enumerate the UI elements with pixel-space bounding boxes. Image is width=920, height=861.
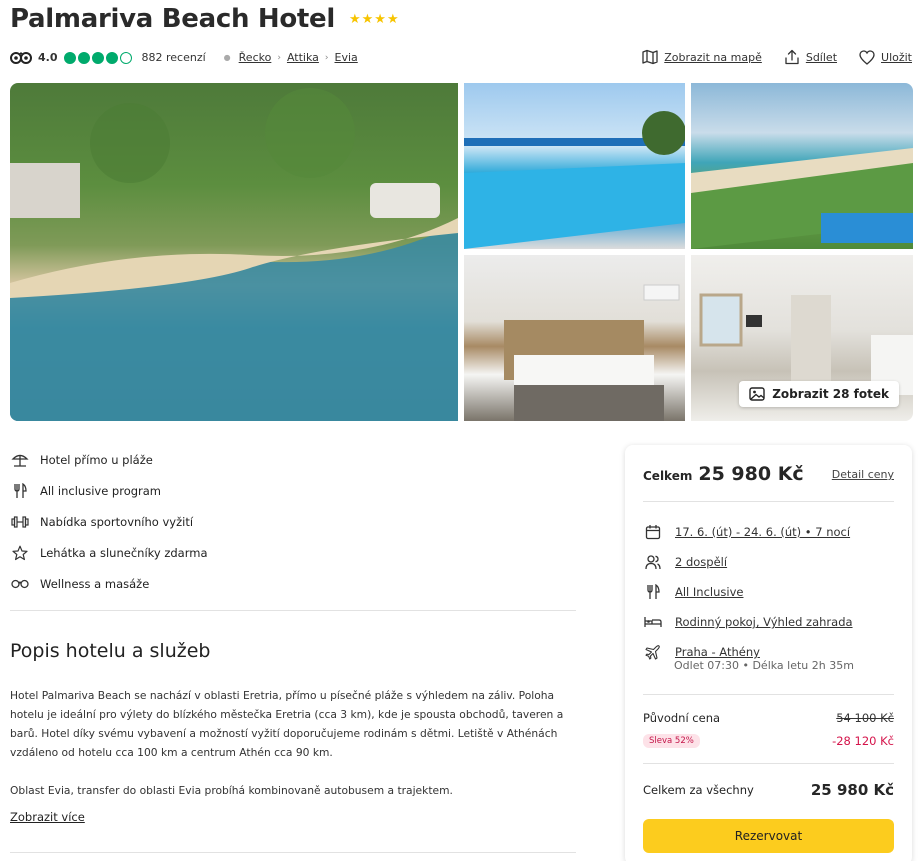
total-label: Celkem: [643, 469, 693, 483]
rating-value: 4.0: [38, 51, 58, 64]
people-icon: [643, 554, 663, 570]
dumbbell-icon: [10, 514, 30, 530]
price-detail-link[interactable]: Detail ceny: [832, 468, 894, 481]
description-title: Popis hotelu a služeb: [10, 640, 211, 662]
original-price-value: 54 100 Kč: [836, 711, 894, 725]
original-price-row: Původní cena 54 100 Kč: [643, 711, 894, 725]
photo-beach-coast[interactable]: [691, 83, 913, 249]
booking-dates-row[interactable]: 17. 6. (út) - 24. 6. (út) • 7 nocí: [643, 517, 853, 547]
save-button[interactable]: Uložit: [859, 49, 912, 65]
grand-total-value: 25 980 Kč: [810, 781, 894, 799]
rating-bubble-filled: [63, 51, 76, 64]
breadcrumb-attika[interactable]: Attika: [287, 51, 319, 64]
feature-item: Wellness a masáže: [10, 568, 208, 599]
star-outline-icon: [10, 545, 30, 561]
booking-board: All Inclusive: [675, 585, 744, 599]
share-icon: [784, 49, 800, 65]
flight-info: Odlet 07:30 • Délka letu 2h 35m: [674, 659, 854, 672]
hotel-name: Palmariva Beach Hotel: [10, 4, 335, 34]
feature-label: All inclusive program: [40, 483, 162, 498]
divider: [643, 763, 894, 764]
feature-label: Hotel přímo u pláže: [40, 452, 153, 467]
photo-pool[interactable]: [464, 83, 685, 249]
photo-gallery: Zobrazit 28 fotek: [10, 83, 913, 421]
separator-dot: ●: [223, 53, 231, 62]
rating-bubble-filled: [105, 51, 118, 64]
plane-icon: [643, 644, 663, 660]
discount-row: Sleva 52% -28 120 Kč: [643, 734, 894, 748]
show-all-photos-label: Zobrazit 28 fotek: [772, 387, 889, 401]
reserve-button[interactable]: Rezervovat: [643, 819, 894, 853]
booking-details: 17. 6. (út) - 24. 6. (út) • 7 nocí 2 dos…: [643, 517, 853, 667]
booking-people: 2 dospělí: [675, 555, 728, 569]
feature-item: Nabídka sportovního vyžití: [10, 506, 208, 537]
grand-total-label: Celkem za všechny: [643, 783, 754, 797]
booking-room-row[interactable]: Rodinný pokoj, Výhled zahrada: [643, 607, 853, 637]
feature-item: Hotel přímo u pláže: [10, 444, 208, 475]
share-label: Sdílet: [805, 50, 838, 64]
rating-bubble-empty: [119, 51, 132, 64]
save-label: Uložit: [881, 50, 912, 64]
photo-room-twin[interactable]: [464, 255, 685, 421]
feature-label: Lehátka a slunečníky zdarma: [40, 545, 208, 560]
booking-dates: 17. 6. (út) - 24. 6. (út) • 7 nocí: [675, 525, 851, 539]
grand-total-row: Celkem za všechny 25 980 Kč: [643, 781, 894, 799]
booking-total: Celkem 25 980 Kč: [643, 463, 804, 485]
description-paragraph: Hotel Palmariva Beach se nachází v oblas…: [10, 689, 564, 759]
divider: [10, 610, 576, 611]
fork-knife-icon: [10, 482, 30, 499]
discount-value: -28 120 Kč: [832, 734, 894, 748]
original-price-label: Původní cena: [643, 711, 721, 725]
review-count[interactable]: 882 recenzí: [142, 51, 206, 64]
calendar-icon: [643, 524, 663, 540]
star-rating: ★★★★: [349, 11, 400, 27]
tripadvisor-owl-icon: [10, 51, 32, 64]
rating-bubbles: [63, 51, 132, 64]
show-map-label: Zobrazit na mapě: [664, 50, 762, 64]
share-button[interactable]: Sdílet: [784, 49, 837, 65]
feature-item: All inclusive program: [10, 475, 208, 506]
breadcrumb-greece[interactable]: Řecko: [239, 51, 272, 64]
fork-knife-icon: [643, 584, 663, 600]
rating-bubble-filled: [77, 51, 90, 64]
beach-umbrella-icon: [10, 452, 30, 468]
photo-aerial-beach[interactable]: [10, 83, 458, 421]
divider: [10, 852, 576, 853]
feature-label: Nabídka sportovního vyžití: [40, 514, 194, 529]
page-title: Palmariva Beach Hotel ★★★★: [10, 4, 400, 34]
booking-people-row[interactable]: 2 dospělí: [643, 547, 853, 577]
image-icon: [749, 387, 765, 401]
header-actions: Zobrazit na mapě Sdílet Uložit: [642, 49, 912, 65]
feature-list: Hotel přímo u pláže All inclusive progra…: [10, 444, 208, 599]
booking-flight: Praha - Athény: [675, 645, 760, 659]
rating-bubble-filled: [91, 51, 104, 64]
bed-icon: [643, 614, 663, 630]
divider: [643, 694, 894, 695]
chevron-right-icon: ›: [277, 52, 281, 63]
description-paragraph: Oblast Evia, transfer do oblasti Evia pr…: [10, 784, 453, 797]
booking-board-row[interactable]: All Inclusive: [643, 577, 853, 607]
rating-row: 4.0 882 recenzí ● Řecko › Attika › Evia: [10, 51, 358, 64]
total-value: 25 980 Kč: [698, 463, 804, 485]
chevron-right-icon: ›: [324, 52, 329, 63]
discount-badge: Sleva 52%: [643, 734, 700, 748]
map-icon: [642, 49, 658, 65]
booking-card: Celkem 25 980 Kč Detail ceny 17. 6. (út)…: [625, 445, 912, 861]
show-map-button[interactable]: Zobrazit na mapě: [642, 49, 762, 65]
description-text: Hotel Palmariva Beach se nachází v oblas…: [10, 686, 580, 819]
feature-label: Wellness a masáže: [40, 576, 150, 591]
photo-room-family[interactable]: Zobrazit 28 fotek: [691, 255, 913, 421]
wellness-icon: [10, 576, 30, 592]
booking-room: Rodinný pokoj, Výhled zahrada: [675, 615, 853, 629]
breadcrumb-evia[interactable]: Evia: [335, 51, 358, 64]
show-all-photos-button[interactable]: Zobrazit 28 fotek: [739, 381, 899, 407]
show-more-link[interactable]: Zobrazit více: [10, 810, 85, 824]
feature-item: Lehátka a slunečníky zdarma: [10, 537, 208, 568]
divider: [643, 501, 894, 502]
heart-icon: [859, 49, 875, 65]
